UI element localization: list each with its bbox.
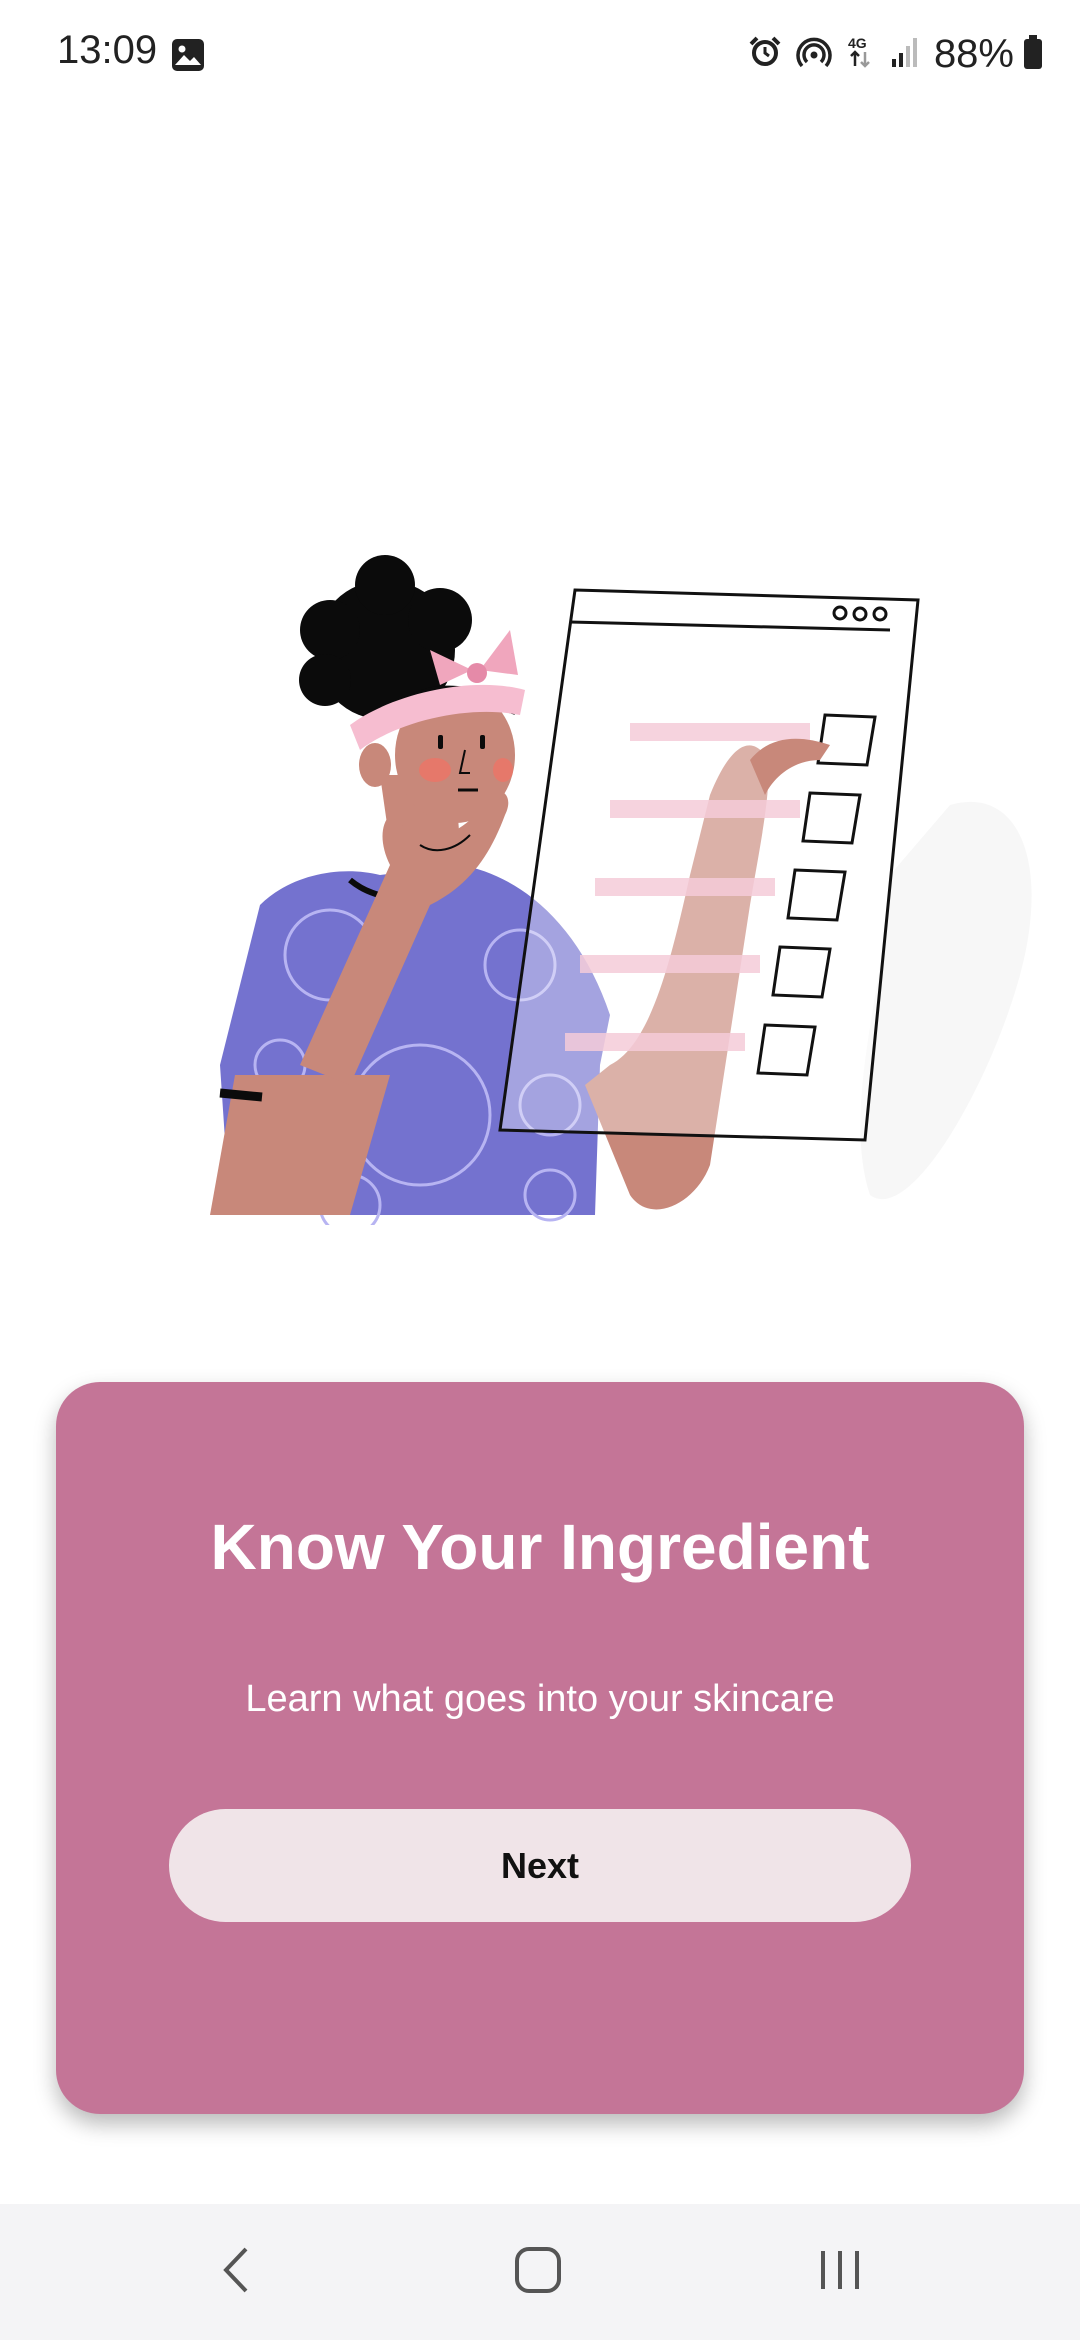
recents-button[interactable] xyxy=(780,2204,900,2340)
status-bar: 13:09 4G 88% xyxy=(0,0,1080,110)
onboarding-illustration xyxy=(190,545,1050,1237)
onboarding-card: Know Your Ingredient Learn what goes int… xyxy=(56,1382,1024,2114)
back-icon xyxy=(216,2245,256,2300)
network-4g-icon: 4G xyxy=(846,34,876,75)
woman-with-checklist-illustration xyxy=(210,555,1032,1237)
next-button-label: Next xyxy=(500,1844,580,1886)
signal-icon xyxy=(890,35,920,74)
svg-text:4G: 4G xyxy=(848,35,867,51)
next-button[interactable]: Next xyxy=(169,1809,911,1922)
system-navigation-bar xyxy=(0,2204,1080,2340)
alarm-icon xyxy=(748,35,782,74)
onboarding-title: Know Your Ingredient xyxy=(210,1511,870,1583)
home-button[interactable] xyxy=(478,2204,598,2340)
back-button[interactable] xyxy=(176,2204,296,2340)
gallery-icon xyxy=(171,38,205,72)
onboarding-subtitle: Learn what goes into your skincare xyxy=(245,1678,835,1720)
checklist-panel xyxy=(498,588,920,1142)
battery-percentage: 88% xyxy=(933,31,1014,76)
recents-icon xyxy=(815,2245,865,2300)
status-time: 13:09 xyxy=(57,28,158,72)
hotspot-icon xyxy=(796,35,832,74)
battery-icon xyxy=(1022,34,1044,75)
status-icons: 4G 88% xyxy=(734,26,1044,82)
home-icon xyxy=(513,2245,563,2300)
onboarding-screen: 13:09 4G 88% Know Your Ingredient Learn … xyxy=(0,0,1080,2340)
